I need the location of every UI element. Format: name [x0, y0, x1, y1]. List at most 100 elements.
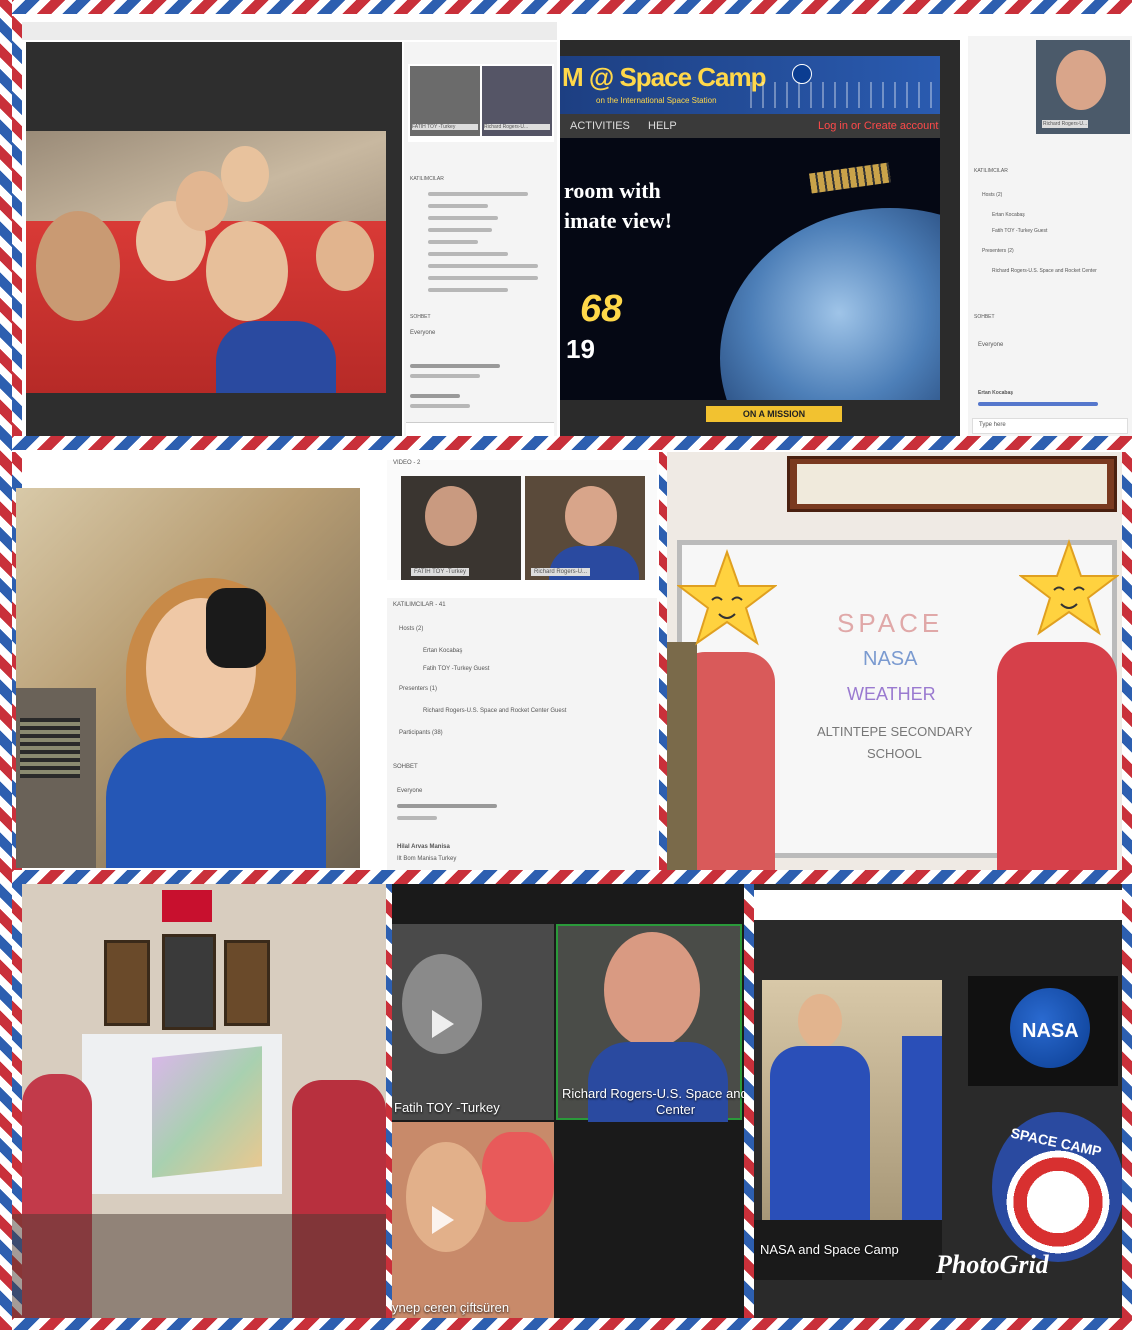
chat-input[interactable]: Type here	[972, 418, 1128, 434]
webcam-tile: FATİH TOY -Turkey	[401, 476, 521, 580]
astronaut-photo	[762, 980, 942, 1220]
airmail-border-bottom	[0, 1318, 1132, 1330]
iss-icon	[808, 162, 892, 194]
nav-help[interactable]: HELP	[648, 120, 677, 132]
caption-bar: NASA and Space Camp	[754, 1220, 942, 1280]
mission-button[interactable]: ON A MISSION	[706, 406, 842, 422]
person-face	[316, 221, 374, 291]
chat-target[interactable]: Everyone	[397, 788, 422, 794]
panel-nasa-space-camp: NASA and Space Camp NASA SPACE CAMP Phot…	[754, 884, 1132, 1320]
attendee-row	[428, 276, 538, 280]
nasa-logo-text: NASA	[1022, 1020, 1079, 1042]
attendee-header: KATILIMCILAR	[974, 168, 1008, 174]
person-face	[565, 486, 617, 546]
hosts-group[interactable]: Hosts (2)	[982, 192, 1002, 198]
airmail-border-right	[744, 884, 754, 1320]
headset-icon	[206, 588, 266, 668]
attendee-sidebar: FATİH TOY -Turkey Richard Rogers-U... KA…	[404, 42, 557, 436]
student-right-body	[997, 642, 1117, 870]
chat-name: Ertan Kocabaş	[978, 390, 1014, 396]
play-icon[interactable]	[432, 1206, 454, 1234]
chat-message	[410, 394, 460, 398]
star-mask-icon	[1019, 538, 1119, 636]
panel-space-camp-site: M @ Space Camp on the International Spac…	[558, 16, 1132, 436]
meeting-topbar	[22, 22, 557, 40]
classroom-floor	[12, 1214, 386, 1320]
console-buttons	[20, 718, 80, 778]
presenters-group[interactable]: Presenters (2)	[982, 248, 1014, 254]
site-nav: ACTIVITIES HELP Log in or Create account	[560, 114, 940, 138]
slide-caption: NASA and Space Camp	[760, 1242, 899, 1257]
chat-message	[410, 364, 500, 368]
cam-label: FATİH TOY -Turkey	[412, 124, 478, 130]
chat-header: SOHBET	[974, 314, 995, 320]
attendee-row	[428, 240, 478, 244]
panel-whiteboard: SPACE NASA WEATHER ALTINTEPE SECONDARY S…	[667, 452, 1132, 870]
chat-input[interactable]	[406, 422, 554, 436]
cam-label: Richard Rogers-U...	[1042, 120, 1089, 128]
sponsor-logos	[750, 82, 936, 108]
chat-message	[397, 804, 497, 808]
chat-header: SOHBET	[410, 314, 431, 320]
earth	[720, 208, 940, 400]
board-line-1: SPACE	[837, 608, 944, 638]
airmail-border-row2-bottom	[0, 870, 1132, 884]
chat-name: Hilal Arvas Manisa	[397, 844, 450, 850]
hosts-group[interactable]: Hosts (2)	[399, 626, 423, 632]
portrait-frame	[162, 934, 216, 1030]
cam-label: FATİH TOY -Turkey	[411, 568, 470, 576]
nav-activities[interactable]: ACTIVITIES	[570, 120, 630, 132]
login-link[interactable]: Log in or Create account	[818, 120, 938, 132]
tile-caption: ynep ceren çiftsüren	[392, 1300, 510, 1315]
chat-link	[978, 402, 1098, 406]
photogrid-watermark: PhotoGrid	[936, 1250, 1049, 1279]
student-left-jacket	[667, 642, 697, 870]
play-icon[interactable]	[432, 1010, 454, 1038]
headset-photo	[16, 488, 360, 868]
nasa-meatball-icon	[792, 64, 812, 84]
host-item: Ertan Kocabaş	[992, 212, 1025, 218]
board-line-5: SCHOOL	[867, 746, 922, 761]
blue-flight-suit	[902, 1036, 942, 1220]
attendee-list: KATILIMCILAR - 41 Hosts (2) Ertan Kocaba…	[387, 598, 657, 768]
person-face	[36, 211, 120, 321]
selfie-photo	[26, 131, 386, 393]
presenters-group[interactable]: Presenters (1)	[399, 686, 437, 692]
person-face	[176, 171, 228, 231]
attendee-row	[428, 192, 528, 196]
webcam-tile: Richard Rogers-U...	[525, 476, 645, 580]
cam-label: Richard Rogers-U...	[531, 568, 591, 576]
portrait-frame	[104, 940, 150, 1026]
chat-target[interactable]: Everyone	[978, 342, 1003, 348]
person-face	[221, 146, 269, 202]
attendee-row	[428, 264, 538, 268]
participants-group[interactable]: Participants (38)	[399, 730, 443, 736]
board-line-2: NASA	[863, 648, 918, 670]
presentation-top	[754, 890, 1124, 920]
star-mask-icon	[677, 548, 777, 646]
hero-line2: imate view!	[564, 208, 673, 233]
chat-message: Ilt Bom Manisa Turkey	[397, 856, 457, 862]
person-face	[425, 486, 477, 546]
host-item: Fatih TOY -Turkey Guest	[423, 666, 490, 672]
attendee-header: KATILIMCILAR	[410, 176, 444, 182]
presenter-item: Richard Rogers-U.S. Space and Rocket Cen…	[423, 708, 567, 714]
person-face	[402, 954, 482, 1054]
attendee-row	[428, 216, 498, 220]
attendee-sidebar: Richard Rogers-U... KATILIMCILAR Hosts (…	[968, 36, 1132, 436]
expedition-year: 19	[566, 334, 595, 364]
board-line-4: ALTINTEPE SECONDARY	[817, 724, 973, 739]
chat-header: SOHBET	[393, 764, 418, 770]
panel-classroom	[12, 884, 386, 1320]
tile-caption: Richard Rogers-U.S. Space and R	[562, 1086, 754, 1101]
host-item: Ertan Kocabaş	[423, 648, 463, 654]
chat-target[interactable]: Everyone	[410, 330, 435, 336]
blue-jacket	[106, 738, 326, 868]
panel-headset-woman	[12, 452, 387, 870]
chat-message	[410, 374, 480, 378]
video-tile-active: Richard Rogers-U.S. Space and R Center	[556, 924, 754, 1122]
attendee-row	[428, 228, 492, 232]
airmail-border-row1-bottom	[0, 436, 1132, 450]
console-panel	[16, 688, 96, 868]
airmail-border-right	[1122, 884, 1132, 1320]
